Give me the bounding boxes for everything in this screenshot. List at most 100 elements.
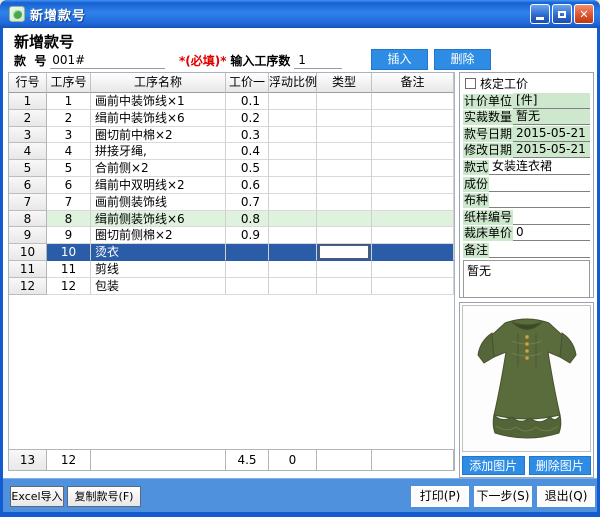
excel-import-button[interactable]: Excel导入: [10, 486, 64, 507]
row-number-cell[interactable]: 10: [9, 244, 47, 261]
type-cell[interactable]: [317, 177, 372, 194]
ratio-cell[interactable]: [269, 244, 317, 261]
proc-no-cell[interactable]: 9: [47, 227, 91, 244]
note-cell[interactable]: [372, 211, 454, 228]
price-cell[interactable]: [226, 261, 269, 278]
proc-name-cell[interactable]: 拼接牙绳,: [91, 143, 226, 160]
row-number-cell[interactable]: 7: [9, 194, 47, 211]
field-value-input[interactable]: [489, 191, 590, 192]
proc-no-cell[interactable]: 12: [47, 278, 91, 295]
proc-name-cell[interactable]: 包装: [91, 278, 226, 295]
row-number-cell[interactable]: 4: [9, 143, 47, 160]
type-cell[interactable]: [317, 261, 372, 278]
minimize-button[interactable]: [530, 4, 550, 24]
table-row[interactable]: 77画前侧装饰线0.7: [9, 194, 454, 211]
price-cell[interactable]: 0.4: [226, 143, 269, 160]
note-cell[interactable]: [372, 127, 454, 144]
exit-button[interactable]: 退出(Q): [537, 486, 595, 507]
proc-name-cell[interactable]: 缉前侧装饰线×6: [91, 211, 226, 228]
ratio-cell[interactable]: [269, 261, 317, 278]
proc-no-cell[interactable]: 1: [47, 93, 91, 110]
proc-count-input[interactable]: 1: [294, 53, 342, 69]
ratio-cell[interactable]: [269, 143, 317, 160]
price-cell[interactable]: 0.7: [226, 194, 269, 211]
type-cell[interactable]: [317, 93, 372, 110]
close-button[interactable]: ✕: [574, 4, 594, 24]
row-number-cell[interactable]: 2: [9, 110, 47, 127]
field-value-input[interactable]: 女装连衣裙: [489, 159, 590, 175]
note-cell[interactable]: [372, 110, 454, 127]
ratio-cell[interactable]: [269, 194, 317, 211]
field-value-input[interactable]: [489, 207, 590, 208]
type-cell[interactable]: [317, 244, 372, 261]
proc-no-cell[interactable]: 6: [47, 177, 91, 194]
note-cell[interactable]: [372, 194, 454, 211]
ratio-cell[interactable]: [269, 278, 317, 295]
proc-name-cell[interactable]: 圈切前中棉×2: [91, 127, 226, 144]
note-cell[interactable]: [372, 227, 454, 244]
type-cell[interactable]: [317, 211, 372, 228]
row-number-cell[interactable]: 1: [9, 93, 47, 110]
column-header-proc-no-cell[interactable]: 工序号: [47, 73, 91, 93]
price-cell[interactable]: [226, 278, 269, 295]
ratio-cell[interactable]: [269, 127, 317, 144]
field-value-input[interactable]: 暂无: [513, 109, 590, 125]
field-value-input[interactable]: [489, 257, 590, 258]
proc-name-cell[interactable]: 圈切前侧棉×2: [91, 227, 226, 244]
copy-style-button[interactable]: 复制款号(F): [67, 486, 141, 507]
price-cell[interactable]: 0.2: [226, 110, 269, 127]
ratio-cell[interactable]: [269, 211, 317, 228]
proc-no-cell[interactable]: 5: [47, 160, 91, 177]
insert-process-button[interactable]: 插入工序: [371, 49, 428, 70]
note-cell[interactable]: [372, 261, 454, 278]
proc-no-cell[interactable]: 4: [47, 143, 91, 160]
type-cell[interactable]: [317, 143, 372, 160]
table-row[interactable]: 1010烫衣: [9, 244, 454, 261]
note-cell[interactable]: [372, 278, 454, 295]
note-cell[interactable]: [372, 244, 454, 261]
type-cell[interactable]: [317, 227, 372, 244]
proc-name-cell[interactable]: 剪线: [91, 261, 226, 278]
column-header-price-cell[interactable]: 工价一: [226, 73, 269, 93]
price-cell[interactable]: 0.8: [226, 211, 269, 228]
note-cell[interactable]: [372, 160, 454, 177]
approve-price-checkbox[interactable]: [465, 78, 476, 89]
row-number-cell[interactable]: 6: [9, 177, 47, 194]
type-edit-input[interactable]: [319, 245, 369, 259]
proc-no-cell[interactable]: 10: [47, 244, 91, 261]
field-value-input[interactable]: [件]: [513, 93, 590, 109]
proc-name-cell[interactable]: 合前侧×2: [91, 160, 226, 177]
ratio-cell[interactable]: [269, 93, 317, 110]
proc-name-cell[interactable]: 画前侧装饰线: [91, 194, 226, 211]
price-cell[interactable]: 0.1: [226, 93, 269, 110]
table-empty-area[interactable]: [9, 295, 454, 449]
proc-no-cell[interactable]: 11: [47, 261, 91, 278]
maximize-button[interactable]: [552, 4, 572, 24]
field-value-input[interactable]: 2015-05-21: [513, 142, 590, 158]
next-step-button[interactable]: 下一步(S): [474, 486, 532, 507]
row-number-cell[interactable]: 3: [9, 127, 47, 144]
column-header-proc-name-cell[interactable]: 工序名称: [91, 73, 226, 93]
remark-textarea[interactable]: 暂无: [463, 260, 590, 298]
price-cell[interactable]: 0.5: [226, 160, 269, 177]
row-number-cell[interactable]: 12: [9, 278, 47, 295]
proc-name-cell[interactable]: 画前中装饰线×1: [91, 93, 226, 110]
price-cell[interactable]: 0.9: [226, 227, 269, 244]
table-row[interactable]: 55合前侧×20.5: [9, 160, 454, 177]
proc-name-cell[interactable]: 缉前中双明线×2: [91, 177, 226, 194]
ratio-cell[interactable]: [269, 227, 317, 244]
price-cell[interactable]: 0.3: [226, 127, 269, 144]
proc-name-cell[interactable]: 缉前中装饰线×6: [91, 110, 226, 127]
type-cell[interactable]: [317, 278, 372, 295]
note-cell[interactable]: [372, 93, 454, 110]
price-cell[interactable]: [226, 244, 269, 261]
table-row[interactable]: 33圈切前中棉×20.3: [9, 127, 454, 144]
table-row[interactable]: 11画前中装饰线×10.1: [9, 93, 454, 110]
price-cell[interactable]: 0.6: [226, 177, 269, 194]
column-header-ratio-cell[interactable]: 浮动比例: [269, 73, 317, 93]
type-cell[interactable]: [317, 127, 372, 144]
note-cell[interactable]: [372, 177, 454, 194]
column-header-type-cell[interactable]: 类型: [317, 73, 372, 93]
style-number-input[interactable]: 001#: [50, 53, 165, 69]
ratio-cell[interactable]: [269, 160, 317, 177]
